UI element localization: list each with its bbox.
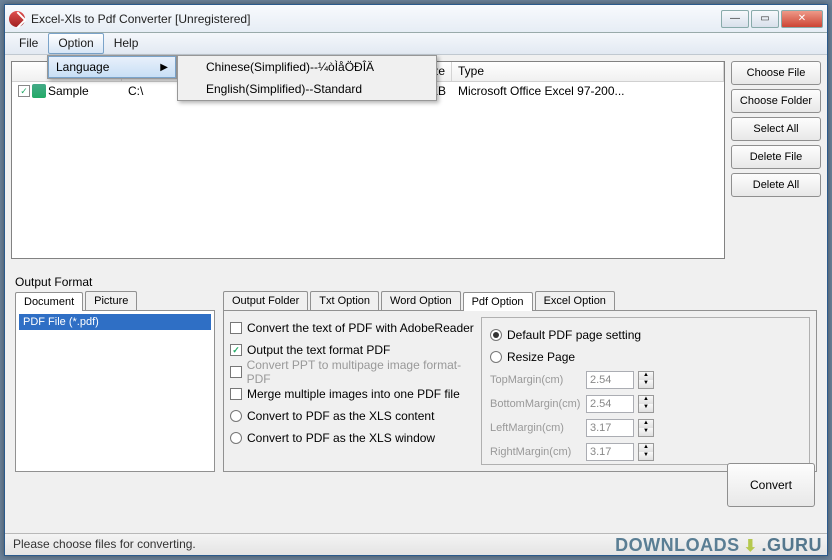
options-panel: Output Folder Txt Option Word Option Pdf… [223,291,817,472]
side-buttons: Choose File Choose Folder Select All Del… [731,61,821,259]
spin-bottom[interactable]: ▲▼ [638,395,654,413]
lbl-left-margin: LeftMargin(cm) [490,422,582,434]
chk-output-text[interactable] [230,344,242,356]
app-icon [9,11,25,27]
radio-window[interactable] [230,432,242,444]
output-format-label: Output Format [11,271,821,291]
spin-top[interactable]: ▲▼ [638,371,654,389]
input-top-margin[interactable] [586,371,634,389]
watermark-suffix: .GURU [762,535,823,556]
radio-default-page[interactable] [490,329,502,341]
chk-ppt [230,366,242,378]
tab-pdf-option[interactable]: Pdf Option [463,292,533,311]
file-type: Microsoft Office Excel 97-200... [452,83,724,99]
download-icon: ⬇ [744,536,758,556]
lbl-top-margin: TopMargin(cm) [490,374,582,386]
input-right-margin[interactable] [586,443,634,461]
radio-content[interactable] [230,410,242,422]
lbl-window: Convert to PDF as the XLS window [247,431,435,445]
select-all-button[interactable]: Select All [731,117,821,141]
watermark: DOWNLOADS ⬇ .GURU [615,535,822,556]
input-left-margin[interactable] [586,419,634,437]
chevron-right-icon: ▶ [160,62,168,73]
tab-word-option[interactable]: Word Option [381,291,461,310]
radio-resize-page[interactable] [490,351,502,363]
format-list[interactable]: PDF File (*.pdf) [15,310,215,472]
maximize-button[interactable]: ▭ [751,10,779,28]
menubar: File Option Help [5,33,827,55]
watermark-brand: DOWNLOADS [615,535,740,556]
lbl-output-text: Output the text format PDF [247,343,390,357]
lbl-default-page: Default PDF page setting [507,328,641,342]
menu-option[interactable]: Option [48,33,103,54]
submenu-language[interactable]: Language ▶ [48,56,176,78]
format-panel: Document Picture PDF File (*.pdf) [15,291,215,472]
window-controls: — ▭ ✕ [721,10,823,28]
lbl-ppt: Convert PPT to multipage image format-PD… [247,358,475,386]
lbl-merge: Merge multiple images into one PDF file [247,387,460,401]
lbl-right-margin: RightMargin(cm) [490,446,582,458]
lbl-resize-page: Resize Page [507,350,575,364]
delete-file-button[interactable]: Delete File [731,145,821,169]
lbl-bottom-margin: BottomMargin(cm) [490,398,582,410]
chk-merge[interactable] [230,388,242,400]
spin-left[interactable]: ▲▼ [638,419,654,437]
tab-output-folder[interactable]: Output Folder [223,291,308,310]
language-submenu: Chinese(Simplified)--¼òÌåÖÐÎÄ English(Si… [177,55,437,101]
tab-txt-option[interactable]: Txt Option [310,291,379,310]
format-pdf-item[interactable]: PDF File (*.pdf) [19,314,211,330]
spin-right[interactable]: ▲▼ [638,443,654,461]
minimize-button[interactable]: — [721,10,749,28]
lbl-adobe: Convert the text of PDF with AdobeReader [247,321,474,335]
col-type[interactable]: Type [452,62,724,81]
lang-english[interactable]: English(Simplified)--Standard [178,78,436,100]
body: Fi Size Type ✓ Sample C:\ 14KB Microsoft… [5,55,827,478]
row-checkbox[interactable]: ✓ [18,85,30,97]
option-submenu: Language ▶ [47,55,177,79]
window-title: Excel-Xls to Pdf Converter [Unregistered… [31,12,721,26]
app-window: Excel-Xls to Pdf Converter [Unregistered… [4,4,828,556]
tab-excel-option[interactable]: Excel Option [535,291,615,310]
convert-button[interactable]: Convert [727,463,815,507]
delete-all-button[interactable]: Delete All [731,173,821,197]
file-name: Sample [48,84,89,98]
submenu-language-label: Language [56,60,109,74]
lbl-content: Convert to PDF as the XLS content [247,409,434,423]
chk-adobe[interactable] [230,322,242,334]
tab-picture[interactable]: Picture [85,291,137,310]
close-button[interactable]: ✕ [781,10,823,28]
lang-chinese[interactable]: Chinese(Simplified)--¼òÌåÖÐÎÄ [178,56,436,78]
menu-help[interactable]: Help [104,33,149,54]
titlebar: Excel-Xls to Pdf Converter [Unregistered… [5,5,827,33]
input-bottom-margin[interactable] [586,395,634,413]
menu-file[interactable]: File [9,33,48,54]
choose-file-button[interactable]: Choose File [731,61,821,85]
tab-document[interactable]: Document [15,292,83,311]
pdf-option-body: Convert the text of PDF with AdobeReader… [223,310,817,472]
choose-folder-button[interactable]: Choose Folder [731,89,821,113]
xls-icon [32,84,46,98]
